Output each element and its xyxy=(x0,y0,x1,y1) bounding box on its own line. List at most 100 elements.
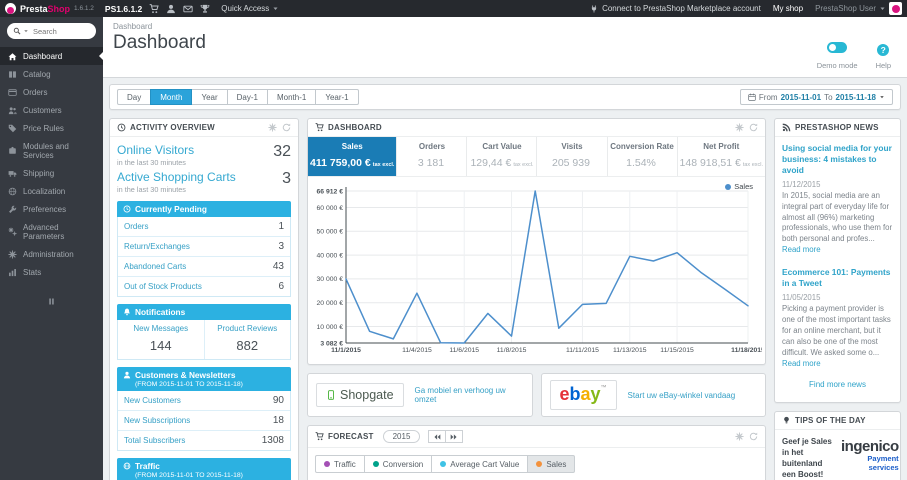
user-menu[interactable]: PrestaShop User xyxy=(815,2,902,15)
kpi-sales[interactable]: Sales 411 759,00 € tax excl. xyxy=(308,137,398,176)
date-range-toolbar: Day Month Year Day-1 Month-1 Year-1 From… xyxy=(109,84,901,110)
sidebar-item-label: Shipping xyxy=(23,168,55,178)
currently-pending-section: Currently Pending Orders 1 Return/Exchang… xyxy=(117,201,291,297)
chart-legend[interactable]: Sales xyxy=(725,182,753,191)
gears-icon xyxy=(8,227,17,236)
online-visitors-row[interactable]: Online Visitors in the last 30 minutes 3… xyxy=(117,143,291,167)
previous-year-button[interactable] xyxy=(428,430,447,443)
sidebar-item-label: Administration xyxy=(23,249,74,259)
find-more-news-link[interactable]: Find more news xyxy=(782,380,893,389)
chevron-down-icon[interactable] xyxy=(23,28,29,34)
phone-icon xyxy=(326,390,336,400)
sidebar-item-price-rules[interactable]: Price Rules xyxy=(0,119,103,137)
pending-returns-row[interactable]: Return/Exchanges 3 xyxy=(118,237,290,257)
range-year-1-button[interactable]: Year-1 xyxy=(315,89,359,105)
marketplace-icon xyxy=(590,5,598,13)
kpi-visits[interactable]: Visits 205 939 xyxy=(537,137,608,176)
sidebar-item-preferences[interactable]: Preferences xyxy=(0,200,103,218)
to-label: To xyxy=(824,92,833,102)
pause-icon xyxy=(47,297,56,306)
sidebar-item-administration[interactable]: Administration xyxy=(0,245,103,263)
sidebar-item-shipping[interactable]: Shipping xyxy=(0,164,103,182)
help-icon[interactable]: ? xyxy=(877,44,890,56)
help-label: Help xyxy=(875,61,891,70)
forecast-nav xyxy=(428,430,464,443)
sidebar-item-catalog[interactable]: Catalog xyxy=(0,65,103,83)
customers-newsletters-title: Customers & Newsletters xyxy=(135,370,236,380)
news-article-title[interactable]: Using social media for your business: 4 … xyxy=(782,143,893,176)
activity-title: ACTIVITY OVERVIEW xyxy=(130,123,215,132)
new-subscriptions-row[interactable]: New Subscriptions 18 xyxy=(118,411,290,431)
toggle-sales[interactable]: Sales xyxy=(527,455,576,473)
range-day-1-button[interactable]: Day-1 xyxy=(226,89,268,105)
ebay-link[interactable]: Start uw eBay-winkel vandaag xyxy=(628,391,736,400)
refresh-icon[interactable] xyxy=(749,432,758,441)
forecast-year[interactable]: 2015 xyxy=(382,430,421,443)
breadcrumb: Dashboard xyxy=(113,22,153,31)
out-of-stock-row[interactable]: Out of Stock Products 6 xyxy=(118,277,290,296)
sidebar-search[interactable] xyxy=(7,23,96,39)
shopgate-link[interactable]: Ga mobiel en verhoog uw omzet xyxy=(415,386,524,404)
prestashop-logo[interactable]: PrestaShop 1.6.1.2 xyxy=(5,3,94,14)
sidebar-item-customers[interactable]: Customers xyxy=(0,101,103,119)
from-date: 2015-11-01 xyxy=(780,92,822,102)
collapse-menu-button[interactable] xyxy=(0,293,103,311)
notifications-header: Notifications xyxy=(117,304,291,320)
range-year-button[interactable]: Year xyxy=(191,89,228,105)
toggle-conversion[interactable]: Conversion xyxy=(363,455,433,473)
cart-icon[interactable] xyxy=(149,3,159,14)
pending-orders-row[interactable]: Orders 1 xyxy=(118,217,290,237)
kpi-net-profit[interactable]: Net Profit 148 918,51 € tax excl. xyxy=(678,137,766,176)
read-more-link[interactable]: Read more xyxy=(782,359,821,368)
news-article-title[interactable]: Ecommerce 101: Payments in a Tweet xyxy=(782,267,893,289)
sidebar-item-dashboard[interactable]: Dashboard xyxy=(0,47,103,65)
sidebar-item-modules[interactable]: Modules and Services xyxy=(0,137,103,164)
news-article-date: 11/05/2015 xyxy=(782,293,821,303)
my-shop-link[interactable]: My shop xyxy=(773,4,803,13)
messages-icon[interactable] xyxy=(183,4,193,14)
toggle-average-cart-value[interactable]: Average Cart Value xyxy=(431,455,529,473)
abandoned-carts-row[interactable]: Abandoned Carts 43 xyxy=(118,257,290,277)
online-visitors-link[interactable]: Online Visitors xyxy=(117,143,194,157)
new-messages-cell[interactable]: New Messages 144 xyxy=(118,320,204,359)
shop-name-link[interactable]: PS1.6.1.2 xyxy=(105,4,142,14)
sidebar-item-label: Customers xyxy=(23,105,62,115)
traffic-sub: (FROM 2015-11-01 TO 2015-11-18) xyxy=(135,472,243,479)
to-date: 2015-11-18 xyxy=(835,92,876,102)
total-subscribers-row[interactable]: Total Subscribers 1308 xyxy=(118,431,290,450)
kpi-cart-value[interactable]: Cart Value 129,44 € tax excl. xyxy=(467,137,538,176)
search-input[interactable] xyxy=(33,26,90,36)
refresh-icon[interactable] xyxy=(749,123,758,132)
range-month-1-button[interactable]: Month-1 xyxy=(266,89,317,105)
customers-quick-icon[interactable] xyxy=(166,4,176,14)
active-carts-link[interactable]: Active Shopping Carts xyxy=(117,170,236,184)
demo-mode-widget[interactable]: Demo mode xyxy=(817,40,858,70)
range-month-button[interactable]: Month xyxy=(150,89,193,105)
sidebar-item-stats[interactable]: Stats xyxy=(0,263,103,281)
refresh-icon[interactable] xyxy=(282,123,291,132)
wrench-icon xyxy=(8,205,17,214)
toggle-traffic[interactable]: Traffic xyxy=(315,455,365,473)
kpi-conversion-rate[interactable]: Conversion Rate 1.54% xyxy=(608,137,678,176)
sidebar-item-label: Stats xyxy=(23,267,42,277)
sidebar-item-orders[interactable]: Orders xyxy=(0,83,103,101)
traffic-title: Traffic xyxy=(135,461,160,471)
gear-icon[interactable] xyxy=(735,432,744,441)
demo-mode-toggle[interactable] xyxy=(827,42,848,53)
badges-icon[interactable] xyxy=(200,4,210,14)
date-range-picker[interactable]: From 2015-11-01 To 2015-11-18 xyxy=(739,89,893,105)
read-more-link[interactable]: Read more xyxy=(782,245,821,254)
active-carts-row[interactable]: Active Shopping Carts in the last 30 min… xyxy=(117,170,291,194)
gear-icon[interactable] xyxy=(268,123,277,132)
gear-icon[interactable] xyxy=(735,123,744,132)
sidebar-item-advanced-parameters[interactable]: Advanced Parameters xyxy=(0,218,103,245)
help-widget[interactable]: ? Help xyxy=(876,40,891,70)
product-reviews-cell[interactable]: Product Reviews 882 xyxy=(203,320,291,359)
kpi-orders[interactable]: Orders 3 181 xyxy=(397,137,468,176)
sidebar-item-localization[interactable]: Localization xyxy=(0,182,103,200)
quick-access-menu[interactable]: Quick Access xyxy=(221,4,279,13)
marketplace-link[interactable]: Connect to PrestaShop Marketplace accoun… xyxy=(590,4,761,13)
next-year-button[interactable] xyxy=(445,430,464,443)
new-customers-row[interactable]: New Customers 90 xyxy=(118,391,290,411)
range-day-button[interactable]: Day xyxy=(117,89,152,105)
